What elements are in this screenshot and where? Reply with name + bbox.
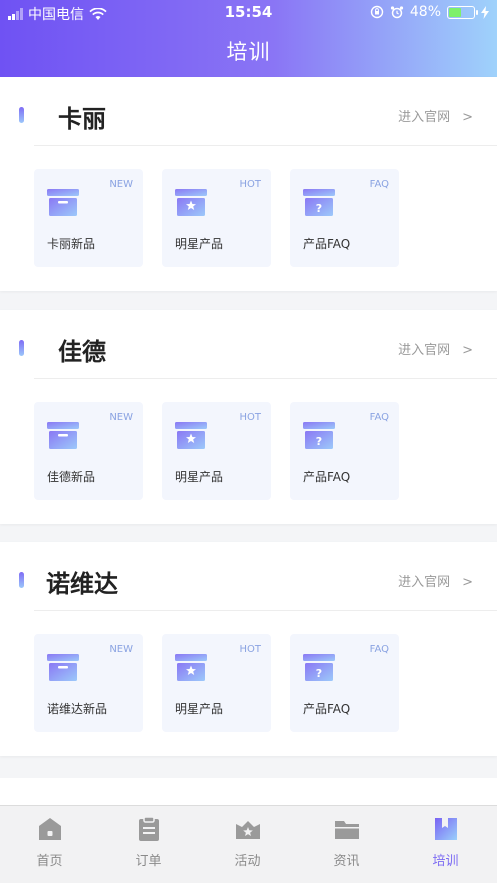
chevron-right-icon: > <box>462 575 473 590</box>
official-site-link-label: 进入官网 <box>398 343 451 358</box>
section-title: 卡丽 <box>58 105 106 133</box>
card-tag: HOT <box>239 644 262 655</box>
card-faq[interactable]: FAQ ? 产品FAQ <box>290 169 399 267</box>
card-tag: NEW <box>109 179 133 190</box>
svg-text:?: ? <box>316 202 322 215</box>
card-label: 明星产品 <box>175 237 224 251</box>
card-tag: FAQ <box>369 179 389 190</box>
official-site-link[interactable]: 进入官网 > <box>398 339 473 358</box>
tab-news[interactable]: 资讯 <box>297 806 396 883</box>
tab-activities[interactable]: 活动 <box>198 806 297 883</box>
card-hot-products[interactable]: HOT 明星产品 <box>162 402 271 500</box>
page-title: 培训 <box>226 40 271 64</box>
official-site-link[interactable]: 进入官网 > <box>398 571 473 590</box>
star-box-icon <box>175 422 207 449</box>
card-label: 产品FAQ <box>303 237 351 251</box>
section-title: 佳德 <box>58 338 106 366</box>
section-accent-bar <box>19 340 24 356</box>
card-label: 明星产品 <box>175 702 224 716</box>
folder-icon <box>335 821 359 839</box>
card-new-products[interactable]: NEW 佳德新品 <box>34 402 143 500</box>
section-divider <box>34 378 497 379</box>
tab-label: 订单 <box>135 854 162 869</box>
clipboard-icon <box>139 816 159 841</box>
card-label: 明星产品 <box>175 470 224 484</box>
tab-label: 培训 <box>432 854 459 869</box>
star-box-icon <box>175 654 207 681</box>
official-site-link[interactable]: 进入官网 > <box>398 106 473 125</box>
official-site-link-label: 进入官网 <box>398 110 451 125</box>
section-title: 诺维达 <box>46 570 118 598</box>
alarm-icon <box>390 6 403 19</box>
tab-label: 资讯 <box>333 854 360 869</box>
status-right: 48% <box>370 4 489 20</box>
tab-orders[interactable]: 订单 <box>99 806 198 883</box>
brand-section-nuoweida: 诺维达 进入官网 > NEW 诺维达新品 HOT 明星产品 FAQ ? 产品FAQ <box>0 542 497 756</box>
card-label: 产品FAQ <box>303 470 351 484</box>
star-box-icon <box>175 189 207 216</box>
official-site-link-label: 进入官网 <box>398 575 451 590</box>
chevron-right-icon: > <box>462 110 473 125</box>
card-hot-products[interactable]: HOT 明星产品 <box>162 634 271 732</box>
svg-text:?: ? <box>316 667 322 680</box>
card-label: 佳德新品 <box>47 470 96 484</box>
brand-section-jiade: 佳德 进入官网 > NEW 佳德新品 HOT 明星产品 FAQ ? 产品FAQ <box>0 310 497 524</box>
star-crown-icon <box>236 821 260 839</box>
tab-home[interactable]: 首页 <box>0 806 99 883</box>
card-tag: FAQ <box>369 412 389 423</box>
card-tag: FAQ <box>369 644 389 655</box>
card-faq[interactable]: FAQ ? 产品FAQ <box>290 402 399 500</box>
archive-box-icon <box>47 422 79 449</box>
question-box-icon: ? <box>303 189 335 216</box>
svg-text:?: ? <box>316 435 322 448</box>
archive-box-icon <box>47 189 79 216</box>
tab-label: 活动 <box>234 854 261 869</box>
chevron-right-icon: > <box>462 343 473 358</box>
header: 中国电信 15:54 48% 培训 <box>0 0 497 77</box>
card-faq[interactable]: FAQ ? 产品FAQ <box>290 634 399 732</box>
card-tag: NEW <box>109 412 133 423</box>
section-accent-bar <box>19 572 24 588</box>
section-accent-bar <box>19 107 24 123</box>
card-label: 卡丽新品 <box>47 237 96 251</box>
brand-section-kali: 卡丽 进入官网 > NEW 卡丽新品 HOT 明星产品 FAQ ? 产品FAQ <box>0 77 497 291</box>
bottom-tab-bar: 首页 订单 活动 资讯 培训 <box>0 805 497 883</box>
home-icon <box>39 818 61 840</box>
question-box-icon: ? <box>303 654 335 681</box>
battery-percent: 48% <box>409 4 441 20</box>
book-icon <box>435 818 457 840</box>
card-new-products[interactable]: NEW 卡丽新品 <box>34 169 143 267</box>
card-tag: NEW <box>109 644 133 655</box>
card-hot-products[interactable]: HOT 明星产品 <box>162 169 271 267</box>
section-divider <box>34 145 497 146</box>
rotation-lock-icon <box>370 5 384 19</box>
status-bar: 中国电信 15:54 48% <box>0 0 497 26</box>
card-new-products[interactable]: NEW 诺维达新品 <box>34 634 143 732</box>
card-tag: HOT <box>239 179 262 190</box>
card-label: 诺维达新品 <box>47 702 108 716</box>
section-divider <box>34 610 497 611</box>
archive-box-icon <box>47 654 79 681</box>
card-tag: HOT <box>239 412 262 423</box>
tab-training[interactable]: 培训 <box>396 806 495 883</box>
battery-icon <box>447 5 478 19</box>
card-label: 产品FAQ <box>303 702 351 716</box>
question-box-icon: ? <box>303 422 335 449</box>
charging-icon <box>481 5 489 19</box>
tab-label: 首页 <box>36 854 63 869</box>
